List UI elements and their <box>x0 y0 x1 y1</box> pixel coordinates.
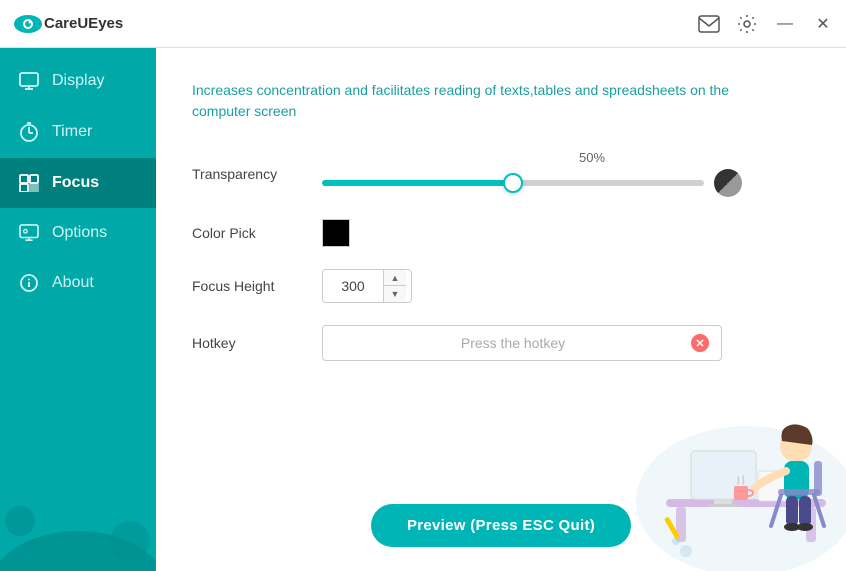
spinner-down[interactable]: ▼ <box>384 286 406 302</box>
color-pick-label: Color Pick <box>192 225 322 241</box>
preview-button-container: Preview (Press ESC Quit) <box>192 484 810 547</box>
minimize-button[interactable]: — <box>774 13 796 35</box>
slider-thumb[interactable] <box>503 173 523 193</box>
hotkey-placeholder: Press the hotkey <box>335 335 691 351</box>
sidebar-item-display[interactable]: Display <box>0 56 156 106</box>
title-bar-actions: — ✕ <box>698 13 834 35</box>
focus-height-spinner: 300 ▲ ▼ <box>322 269 412 303</box>
content-area: Increases concentration and facilitates … <box>156 48 846 571</box>
slider-row <box>322 169 742 197</box>
focus-description: Increases concentration and facilitates … <box>192 80 752 122</box>
close-button[interactable]: ✕ <box>812 13 834 35</box>
focus-height-row: Focus Height 300 ▲ ▼ <box>192 269 810 303</box>
about-icon <box>18 274 40 292</box>
transparency-row: Transparency 50% <box>192 150 810 197</box>
hotkey-label: Hotkey <box>192 335 322 351</box>
sidebar-label-focus: Focus <box>52 174 99 192</box>
sidebar-label-timer: Timer <box>52 123 92 141</box>
hotkey-row: Hotkey Press the hotkey ✕ <box>192 325 810 361</box>
title-bar: CareUEyes — ✕ <box>0 0 846 48</box>
main-layout: Display Timer <box>0 48 846 571</box>
sidebar: Display Timer <box>0 48 156 571</box>
transparency-label: Transparency <box>192 166 322 182</box>
sidebar-label-options: Options <box>52 224 107 242</box>
preview-button[interactable]: Preview (Press ESC Quit) <box>371 504 631 547</box>
focus-height-input[interactable]: 300 <box>323 272 383 300</box>
spinner-arrows: ▲ ▼ <box>383 270 406 302</box>
sidebar-label-about: About <box>52 274 94 292</box>
email-icon[interactable] <box>698 13 720 35</box>
sidebar-item-about[interactable]: About <box>0 258 156 308</box>
display-icon <box>18 72 40 90</box>
color-pick-row: Color Pick <box>192 219 810 247</box>
transparency-value: 50% <box>442 150 742 165</box>
sidebar-label-display: Display <box>52 72 104 90</box>
options-icon <box>18 224 40 242</box>
app-logo <box>12 8 44 40</box>
hotkey-clear-button[interactable]: ✕ <box>691 334 709 352</box>
app-title: CareUEyes <box>44 15 698 32</box>
focus-icon <box>18 174 40 192</box>
brightness-icon <box>714 169 742 197</box>
sidebar-decoration <box>0 491 156 571</box>
settings-icon[interactable] <box>736 13 758 35</box>
sidebar-item-options[interactable]: Options <box>0 208 156 258</box>
sidebar-item-focus[interactable]: Focus <box>0 158 156 208</box>
focus-height-label: Focus Height <box>192 278 322 294</box>
color-swatch[interactable] <box>322 219 350 247</box>
transparency-slider-container: 50% <box>322 150 742 197</box>
sidebar-item-timer[interactable]: Timer <box>0 106 156 158</box>
hotkey-container[interactable]: Press the hotkey ✕ <box>322 325 722 361</box>
timer-icon <box>18 122 40 142</box>
transparency-slider[interactable] <box>322 180 704 186</box>
spinner-up[interactable]: ▲ <box>384 270 406 286</box>
